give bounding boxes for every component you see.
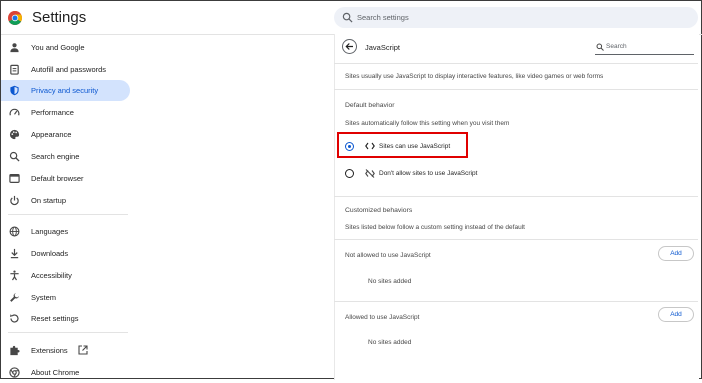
arrow-back-icon <box>345 43 353 50</box>
section-divider <box>334 301 698 302</box>
sidebar-item-you-and-google[interactable]: You and Google <box>1 37 130 58</box>
sidebar-item-label: Reset settings <box>31 314 79 323</box>
search-icon <box>9 151 20 162</box>
sidebar-divider <box>8 214 128 215</box>
sidebar-item-label: Accessibility <box>31 271 72 280</box>
clipboard-icon <box>10 64 19 75</box>
speedometer-icon <box>9 108 20 116</box>
reset-icon <box>10 314 19 323</box>
sidebar-item-label: System <box>31 293 57 302</box>
sidebar-item-label: Appearance <box>31 130 72 139</box>
sidebar-item-label: Performance <box>31 108 74 117</box>
globe-icon <box>9 226 20 237</box>
shield-icon <box>10 85 19 96</box>
page-description: Sites usually use JavaScript to display … <box>345 73 604 80</box>
sidebar-item-downloads[interactable]: Downloads <box>1 243 130 264</box>
power-icon <box>10 195 19 206</box>
add-not-allowed-button[interactable]: Add <box>658 246 694 261</box>
page-search-placeholder: Search <box>606 43 627 50</box>
app-title: Settings <box>32 9 87 26</box>
chrome-logo-icon <box>8 11 22 25</box>
sidebar-item-reset-settings[interactable]: Reset settings <box>1 308 130 329</box>
option-block-javascript[interactable]: Don't allow sites to use JavaScript <box>341 165 501 183</box>
allowed-empty: No sites added <box>368 339 412 346</box>
wrench-icon <box>10 293 19 302</box>
default-behavior-subheading: Sites automatically follow this setting … <box>345 120 510 127</box>
sidebar-item-label: Downloads <box>31 249 69 258</box>
sidebar-item-label: Languages <box>31 227 69 236</box>
sidebar-item-performance[interactable]: Performance <box>1 102 130 123</box>
default-behavior-heading: Default behavior <box>345 102 395 109</box>
sidebar-item-accessibility[interactable]: Accessibility <box>1 265 130 286</box>
sidebar-item-on-startup[interactable]: On startup <box>1 190 130 211</box>
accessibility-icon <box>10 270 19 281</box>
palette-icon <box>9 129 20 140</box>
chrome-icon <box>9 367 20 378</box>
sidebar-item-label: Default browser <box>31 174 84 183</box>
search-icon <box>342 12 353 23</box>
search-icon <box>596 43 604 51</box>
sidebar-item-label: You and Google <box>31 43 85 52</box>
puzzle-icon <box>10 345 20 356</box>
allowed-label: Allowed to use JavaScript <box>345 314 420 321</box>
selection-highlight-box <box>337 132 468 158</box>
settings-search-input[interactable]: Search settings <box>334 7 698 28</box>
sidebar-item-search-engine[interactable]: Search engine <box>1 146 130 167</box>
sidebar-item-label: On startup <box>31 196 67 205</box>
search-placeholder: Search settings <box>357 13 409 22</box>
sidebar-item-label: About Chrome <box>31 368 80 377</box>
section-divider <box>334 239 698 240</box>
not-allowed-empty: No sites added <box>368 278 412 285</box>
code-off-icon <box>365 169 375 178</box>
sidebar-item-label: Privacy and security <box>31 86 99 95</box>
external-link-icon <box>78 345 88 355</box>
sidebar-item-languages[interactable]: Languages <box>1 221 130 242</box>
download-icon <box>10 248 19 259</box>
sidebar-item-label: Search engine <box>31 152 80 161</box>
add-allowed-button[interactable]: Add <box>658 307 694 322</box>
sidebar-divider <box>8 332 128 333</box>
sidebar-item-appearance[interactable]: Appearance <box>1 124 130 145</box>
section-divider <box>334 196 698 197</box>
not-allowed-label: Not allowed to use JavaScript <box>345 252 431 259</box>
back-button[interactable] <box>342 39 357 54</box>
sidebar-item-extensions[interactable]: Extensions <box>1 340 130 361</box>
option-label: Don't allow sites to use JavaScript <box>379 170 478 177</box>
section-divider <box>334 89 698 90</box>
page-search-input[interactable]: Search <box>595 41 694 55</box>
browser-icon <box>9 174 20 183</box>
person-icon <box>10 43 19 53</box>
title-divider <box>334 63 698 64</box>
radio-block-javascript[interactable] <box>345 169 354 178</box>
sidebar-item-label: Autofill and passwords <box>31 65 107 74</box>
sidebar-item-system[interactable]: System <box>1 287 130 308</box>
page-title: JavaScript <box>365 43 401 52</box>
sidebar-item-default-browser[interactable]: Default browser <box>1 168 130 189</box>
sidebar-item-privacy[interactable]: Privacy and security <box>1 80 130 101</box>
sidebar-item-autofill[interactable]: Autofill and passwords <box>1 59 130 80</box>
customized-subheading: Sites listed below follow a custom setti… <box>345 224 525 231</box>
sidebar-item-label: Extensions <box>31 346 68 355</box>
sidebar-item-about-chrome[interactable]: About Chrome <box>1 362 130 383</box>
customized-heading: Customized behaviors <box>345 207 413 214</box>
